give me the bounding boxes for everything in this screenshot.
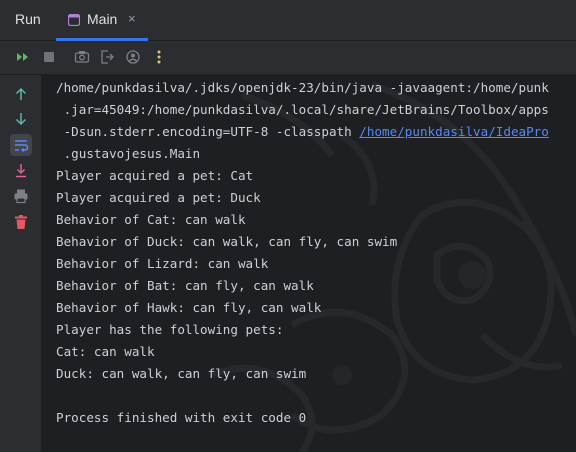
console-output-line: Player has the following pets: xyxy=(56,322,284,337)
console-command-line: -Dsun.stderr.encoding=UTF-8 -classpath /… xyxy=(56,124,549,139)
more-icon[interactable] xyxy=(151,49,167,65)
exit-icon[interactable] xyxy=(99,49,115,65)
console-side-toolbar xyxy=(0,75,42,452)
run-toolbar xyxy=(0,41,576,75)
console-command-line: .jar=45049:/home/punkdasilva/.local/shar… xyxy=(56,102,549,117)
arrow-down-icon[interactable] xyxy=(12,110,30,128)
run-header: Run Main × xyxy=(0,0,576,41)
print-icon[interactable] xyxy=(12,187,30,205)
console-output-line: Behavior of Bat: can fly, can walk xyxy=(56,278,314,293)
console-output-line: Behavior of Cat: can walk xyxy=(56,212,246,227)
console-output[interactable]: /home/punkdasilva/.jdks/openjdk-23/bin/j… xyxy=(42,75,576,452)
console-output-line: Behavior of Lizard: can walk xyxy=(56,256,269,271)
close-tab-icon[interactable]: × xyxy=(128,11,136,26)
tab-main-label: Main xyxy=(87,11,118,27)
console-command-line: .gustavojesus.Main xyxy=(56,146,201,161)
console-output-line: Cat: can walk xyxy=(56,344,155,359)
arrow-up-icon[interactable] xyxy=(12,85,30,103)
classpath-link[interactable]: /home/punkdasilva/IdeaPro xyxy=(359,124,549,139)
trash-icon[interactable] xyxy=(12,213,30,231)
run-tool-window-title: Run xyxy=(15,11,41,27)
tab-main[interactable]: Main × xyxy=(56,0,148,41)
rerun-icon[interactable] xyxy=(15,49,31,65)
profile-icon[interactable] xyxy=(125,49,141,65)
console-output-line: Duck: can walk, can fly, can swim xyxy=(56,366,307,381)
console-output-line: Player acquired a pet: Cat xyxy=(56,168,254,183)
console-output-line: Behavior of Hawk: can fly, can walk xyxy=(56,300,322,315)
screenshot-icon[interactable] xyxy=(74,49,90,65)
classpath-option: -Dsun.stderr.encoding=UTF-8 -classpath xyxy=(56,124,360,139)
run-tool-window: Run Main × /home/punkdasilva/.jdks/openj… xyxy=(0,0,576,452)
console-output-line: Behavior of Duck: can walk, can fly, can… xyxy=(56,234,398,249)
stop-icon[interactable] xyxy=(41,49,57,65)
soft-wrap-icon[interactable] xyxy=(10,134,32,156)
application-icon xyxy=(67,13,81,27)
console-command-line: /home/punkdasilva/.jdks/openjdk-23/bin/j… xyxy=(56,80,549,95)
console-output-line: Player acquired a pet: Duck xyxy=(56,190,261,205)
process-exit-message: Process finished with exit code 0 xyxy=(56,410,307,425)
scroll-to-end-icon[interactable] xyxy=(12,162,30,180)
